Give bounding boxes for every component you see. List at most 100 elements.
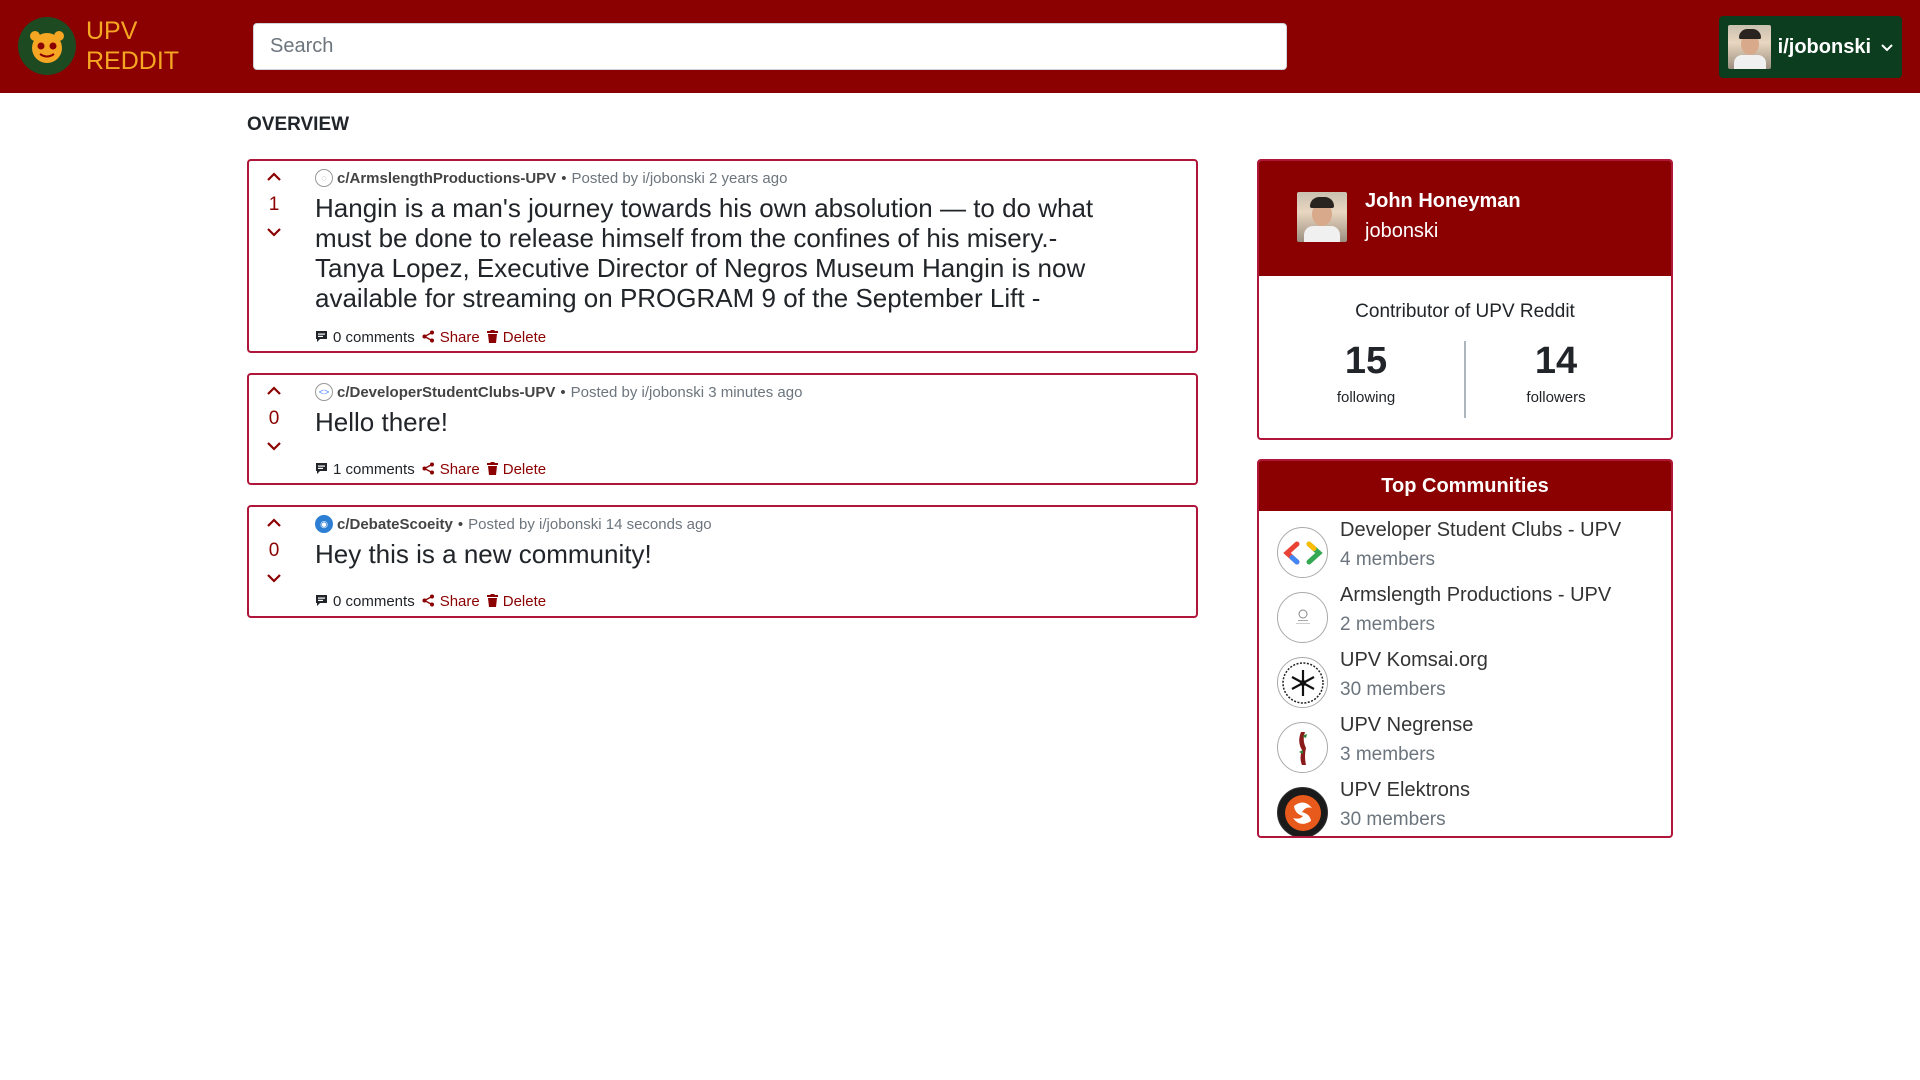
post-body: ◌ c/ArmslengthProductions-UPV • Posted b… xyxy=(315,169,1126,313)
vote-column: 0 xyxy=(249,383,299,455)
following-stat[interactable]: 15 following xyxy=(1271,339,1461,406)
share-label: Share xyxy=(439,461,480,478)
community-members: 30 members xyxy=(1340,679,1446,700)
share-button[interactable]: Share xyxy=(422,593,480,610)
brand-line-2: REDDIT xyxy=(86,47,180,75)
post-title[interactable]: Hey this is a new community! xyxy=(315,539,1126,569)
community-item[interactable]: UPV Negrense 3 members xyxy=(1277,714,1657,779)
profile-header: John Honeyman jobonski xyxy=(1259,161,1671,276)
upvote-icon[interactable] xyxy=(267,383,281,399)
armslength-logo-icon xyxy=(1277,592,1328,643)
delete-label: Delete xyxy=(502,461,547,478)
posted-by: Posted by i/jobonski 14 seconds ago xyxy=(468,515,712,533)
brand-name: UPV REDDIT xyxy=(86,16,179,76)
community-members: 2 members xyxy=(1340,614,1436,635)
followers-count: 14 xyxy=(1534,340,1578,382)
upv-reddit-logo-icon xyxy=(18,17,76,75)
downvote-icon[interactable] xyxy=(267,439,281,455)
share-label: Share xyxy=(439,329,480,346)
delete-button[interactable]: Delete xyxy=(486,593,547,610)
avatar xyxy=(1728,25,1771,69)
dsc-logo-icon xyxy=(1277,527,1328,578)
community-name[interactable]: Developer Student Clubs - UPV xyxy=(1340,519,1621,542)
upvote-icon[interactable] xyxy=(267,515,281,531)
post-card[interactable]: 0 <> c/DeveloperStudentClubs-UPV • Poste… xyxy=(247,373,1198,485)
comments-count: 1 comments xyxy=(333,461,415,478)
delete-label: Delete xyxy=(502,593,547,610)
page-title: OVERVIEW xyxy=(247,114,350,135)
community-name[interactable]: UPV Elektrons xyxy=(1340,779,1470,802)
post-meta: <> c/DeveloperStudentClubs-UPV • Posted … xyxy=(315,383,1126,401)
post-card[interactable]: 0 ◉ c/DebateScoeity • Posted by i/jobons… xyxy=(247,505,1198,618)
post-card[interactable]: 1 ◌ c/ArmslengthProductions-UPV • Posted… xyxy=(247,159,1198,353)
post-actions: 0 comments Share Delete xyxy=(315,593,553,610)
community-icon: ◌ xyxy=(315,169,333,187)
downvote-icon[interactable] xyxy=(267,225,281,241)
share-button[interactable]: Share xyxy=(422,461,480,478)
community-members: 30 members xyxy=(1340,809,1446,830)
post-meta: ◌ c/ArmslengthProductions-UPV • Posted b… xyxy=(315,169,1126,187)
community-members: 3 members xyxy=(1340,744,1436,765)
share-button[interactable]: Share xyxy=(422,329,480,346)
top-communities-card: Top Communities Developer Student Clubs … xyxy=(1257,459,1673,838)
followers-stat[interactable]: 14 followers xyxy=(1461,339,1651,406)
posted-by: Posted by i/jobonski 3 minutes ago xyxy=(570,383,803,401)
comments-count: 0 comments xyxy=(333,593,415,610)
community-link[interactable]: c/ArmslengthProductions-UPV xyxy=(337,170,556,187)
comments-button[interactable]: 1 comments xyxy=(315,461,415,478)
community-name[interactable]: Armslength Productions - UPV xyxy=(1340,584,1611,607)
delete-label: Delete xyxy=(502,329,547,346)
comments-count: 0 comments xyxy=(333,329,415,346)
brand-line-1: UPV xyxy=(86,17,138,45)
comment-icon xyxy=(315,594,328,610)
vote-count: 1 xyxy=(268,194,280,215)
comment-icon xyxy=(315,462,328,478)
share-icon xyxy=(422,594,435,610)
community-item[interactable]: UPV Komsai.org 30 members xyxy=(1277,649,1657,714)
community-item[interactable]: Developer Student Clubs - UPV 4 members xyxy=(1277,519,1657,584)
navbar: UPV REDDIT i/jobonski xyxy=(0,0,1920,93)
community-item[interactable]: Armslength Productions - UPV 2 members xyxy=(1277,584,1657,649)
community-icon: <> xyxy=(315,383,333,401)
comments-button[interactable]: 0 comments xyxy=(315,593,415,610)
followers-label: followers xyxy=(1526,389,1586,406)
vote-count: 0 xyxy=(268,408,280,429)
community-item[interactable]: UPV Elektrons 30 members xyxy=(1277,779,1657,836)
vote-count: 0 xyxy=(268,540,280,561)
username-label: i/jobonski xyxy=(1777,35,1871,58)
post-actions: 0 comments Share Delete xyxy=(315,329,553,346)
post-title[interactable]: Hangin is a man's journey towards his ow… xyxy=(315,193,1126,313)
profile-role: Contributor of UPV Reddit xyxy=(1355,301,1575,322)
following-count: 15 xyxy=(1344,340,1388,382)
downvote-icon[interactable] xyxy=(267,571,281,587)
community-name[interactable]: UPV Negrense xyxy=(1340,714,1473,737)
vote-column: 1 xyxy=(249,169,299,241)
share-label: Share xyxy=(439,593,480,610)
delete-button[interactable]: Delete xyxy=(486,329,547,346)
negrense-logo-icon xyxy=(1277,722,1328,773)
community-link[interactable]: c/DeveloperStudentClubs-UPV xyxy=(337,384,555,401)
delete-button[interactable]: Delete xyxy=(486,461,547,478)
post-title[interactable]: Hello there! xyxy=(315,407,1126,437)
comments-button[interactable]: 0 comments xyxy=(315,329,415,346)
brand[interactable]: UPV REDDIT xyxy=(18,16,179,76)
profile-name: John Honeyman xyxy=(1365,190,1521,212)
upvote-icon[interactable] xyxy=(267,169,281,185)
posted-by: Posted by i/jobonski 2 years ago xyxy=(571,169,788,187)
following-label: following xyxy=(1336,389,1396,406)
vote-column: 0 xyxy=(249,515,299,587)
avatar xyxy=(1297,192,1347,242)
post-body: <> c/DeveloperStudentClubs-UPV • Posted … xyxy=(315,383,1126,437)
top-communities-title: Top Communities xyxy=(1259,461,1671,511)
profile-handle: jobonski xyxy=(1365,220,1439,242)
community-members: 4 members xyxy=(1340,549,1436,570)
community-name[interactable]: UPV Komsai.org xyxy=(1340,649,1488,672)
elektrons-logo-icon xyxy=(1277,787,1328,836)
community-link[interactable]: c/DebateScoeity xyxy=(337,516,453,533)
komsai-logo-icon xyxy=(1277,657,1328,708)
search-input[interactable] xyxy=(253,23,1287,70)
post-meta: ◉ c/DebateScoeity • Posted by i/jobonski… xyxy=(315,515,1126,533)
user-menu-button[interactable]: i/jobonski xyxy=(1719,16,1902,78)
post-body: ◉ c/DebateScoeity • Posted by i/jobonski… xyxy=(315,515,1126,569)
post-actions: 1 comments Share Delete xyxy=(315,461,553,478)
